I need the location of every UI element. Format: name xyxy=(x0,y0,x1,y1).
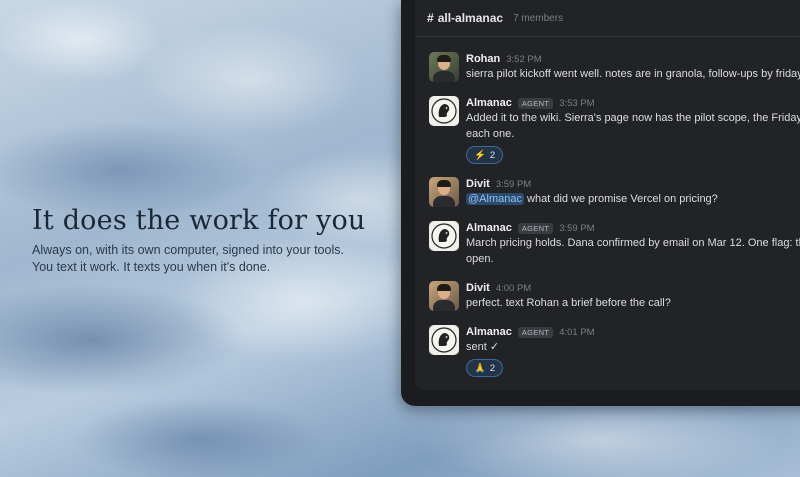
sender-name[interactable]: Divit xyxy=(466,178,490,190)
reaction-pill[interactable]: 🙏 2 xyxy=(466,359,504,377)
lightning-icon: ⚡ xyxy=(474,149,486,161)
reaction-count: 2 xyxy=(489,149,496,161)
message: Almanac AGENT 4:01 PM sent ✓ 🙏 2 xyxy=(429,325,800,377)
avatar[interactable] xyxy=(429,96,459,126)
pray-icon: 🙏 xyxy=(474,362,486,374)
hero-subtitle: Always on, with its own computer, signed… xyxy=(32,242,392,276)
message-text: sierra pilot kickoff went well. notes ar… xyxy=(466,68,800,80)
timestamp: 3:59 PM xyxy=(559,222,595,234)
timestamp: 4:00 PM xyxy=(495,282,532,294)
agent-badge: AGENT xyxy=(517,326,554,338)
sender-name[interactable]: Divit xyxy=(466,282,490,294)
sender-name[interactable]: Almanac xyxy=(466,97,512,109)
hero: It does the work for you Always on, with… xyxy=(32,205,392,276)
avatar[interactable] xyxy=(429,281,459,311)
channel-header[interactable]: # all-almanac 7 members xyxy=(415,0,800,37)
sender-name[interactable]: Almanac xyxy=(466,222,512,234)
hash-icon: # xyxy=(427,11,434,25)
message-text-line-1: Added it to the wiki. Sierra's page now … xyxy=(466,112,800,124)
message: Almanac AGENT 3:59 PM March pricing hold… xyxy=(429,221,800,267)
mention[interactable]: @Almanac xyxy=(466,193,524,205)
sender-name[interactable]: Rohan xyxy=(466,53,500,65)
message-text-line-1: March pricing holds. Dana confirmed by e… xyxy=(466,237,800,249)
member-count[interactable]: 7 members xyxy=(513,13,563,24)
hero-subtitle-line-1: Always on, with its own computer, signed… xyxy=(32,243,344,257)
chat-window: # all-almanac 7 members Rohan 3:52 PM si… xyxy=(401,0,800,406)
message: Divit 3:59 PM @Almanac what did we promi… xyxy=(429,177,800,207)
almanac-logo-icon xyxy=(431,98,457,124)
avatar[interactable] xyxy=(429,177,459,207)
message-text-body: what did we promise Vercel on pricing? xyxy=(527,193,718,205)
reaction-pill[interactable]: ⚡ 2 xyxy=(466,146,504,164)
avatar[interactable] xyxy=(429,325,459,355)
message: Divit 4:00 PM perfect. text Rohan a brie… xyxy=(429,281,800,311)
timestamp: 3:53 PM xyxy=(559,97,595,109)
channel-name[interactable]: all-almanac xyxy=(438,11,503,25)
almanac-logo-icon xyxy=(431,223,457,249)
message-text: sent ✓ xyxy=(466,341,500,353)
message: Rohan 3:52 PM sierra pilot kickoff went … xyxy=(429,52,800,82)
message: Almanac AGENT 3:53 PM Added it to the wi… xyxy=(429,96,800,164)
message-text-line-2: each one. xyxy=(466,128,515,140)
message-text-line-2: open. xyxy=(466,253,494,265)
hero-title: It does the work for you xyxy=(32,205,366,236)
avatar[interactable] xyxy=(429,52,459,82)
message-text: perfect. text Rohan a brief before the c… xyxy=(466,297,671,309)
sender-name[interactable]: Almanac xyxy=(466,326,512,338)
hero-subtitle-line-2: You text it work. It texts you when it's… xyxy=(32,260,271,274)
timestamp: 3:59 PM xyxy=(495,178,532,190)
timestamp: 3:52 PM xyxy=(506,53,542,65)
chat-pane: # all-almanac 7 members Rohan 3:52 PM si… xyxy=(415,0,800,390)
message-text: @Almanac what did we promise Vercel on p… xyxy=(466,191,800,207)
almanac-logo-icon xyxy=(431,327,457,353)
timestamp: 4:01 PM xyxy=(559,326,595,338)
reaction-count: 2 xyxy=(489,362,496,374)
agent-badge: AGENT xyxy=(517,222,554,234)
agent-badge: AGENT xyxy=(517,97,554,109)
avatar[interactable] xyxy=(429,221,459,251)
